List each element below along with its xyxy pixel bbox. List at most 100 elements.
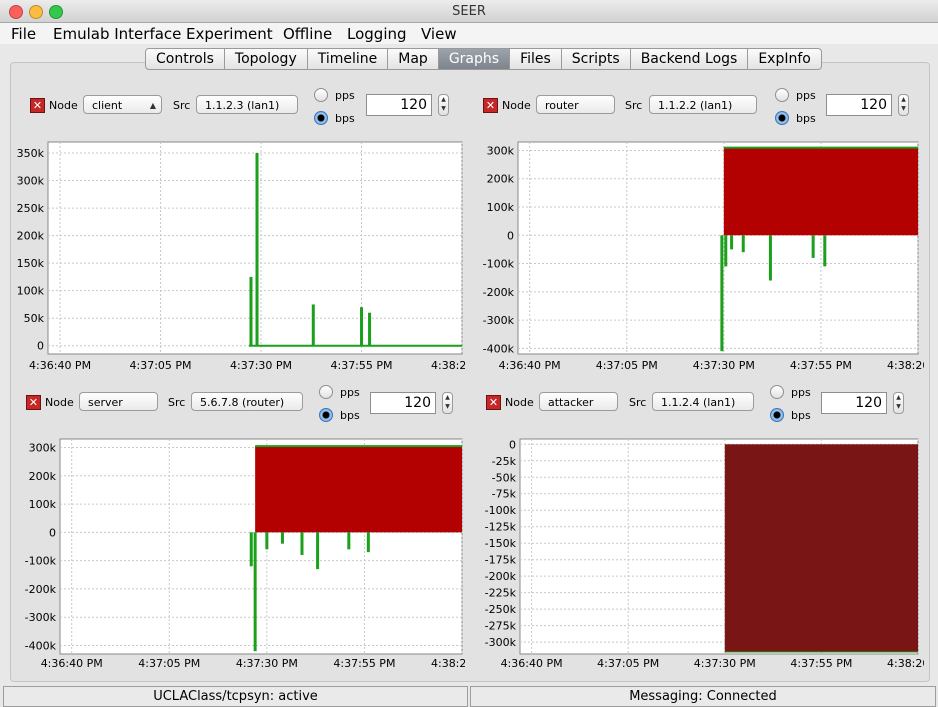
pps-radio[interactable] (775, 88, 789, 102)
x-tick-label: 4:37:05 PM (130, 359, 192, 372)
remove-graph-button[interactable]: ✕ (483, 98, 498, 113)
node-label: Node (505, 396, 534, 409)
window-title: SEER (452, 4, 486, 19)
rx-dip (265, 532, 269, 550)
y-tick-label: 0 (509, 438, 516, 451)
bps-label: bps (796, 112, 816, 125)
y-tick-label: -200k (483, 286, 515, 299)
window-size-field[interactable]: 120 (370, 392, 436, 414)
node-label: Node (49, 99, 78, 112)
node-select[interactable]: server (79, 392, 158, 411)
remove-graph-button[interactable]: ✕ (30, 98, 45, 113)
y-tick-label: 100k (487, 201, 515, 214)
src-label: Src (173, 99, 191, 112)
y-tick-label: 350k (17, 147, 45, 160)
menu-emulab-interface[interactable]: Emulab Interface (53, 25, 181, 43)
node-select[interactable]: attacker (539, 392, 618, 411)
window-size-field[interactable]: 120 (826, 94, 892, 116)
tab-timeline[interactable]: Timeline (307, 48, 389, 70)
rx-spike (249, 276, 253, 346)
rx-dip (280, 532, 284, 544)
tx-area (723, 147, 918, 236)
pps-radio[interactable] (770, 385, 784, 399)
pps-label: pps (335, 89, 355, 102)
bps-radio[interactable] (314, 111, 328, 125)
chart-attacker: 4:36:40 PM 4:37:05 PM 4:37:30 PM 4:37:55 PM… (485, 438, 924, 670)
rx-dip (730, 235, 734, 250)
attacker-area (724, 444, 918, 653)
rx-spike (255, 153, 259, 346)
window-size-stepper[interactable]: ▲ ▼ (442, 392, 453, 414)
x-tick-label: 4:37:05 PM (138, 657, 200, 670)
menu-logging[interactable]: Logging (347, 25, 407, 43)
y-tick-label: -400k (483, 342, 515, 355)
chart-server: 4:36:40 PM 4:37:05 PM 4:37:30 PM 4:37:55 PM… (25, 438, 465, 670)
pps-label: pps (791, 386, 811, 399)
y-tick-label: -300k (485, 636, 517, 649)
y-tick-label: -275k (485, 620, 517, 633)
rx-dip (300, 532, 304, 555)
src-select[interactable]: 1.1.2.4 (lan1) (652, 392, 754, 411)
bps-label: bps (335, 112, 355, 125)
menu-offline[interactable]: Offline (283, 25, 332, 43)
x-tick-label: 4:37:30 PM (236, 657, 298, 670)
window-size-stepper[interactable]: ▲ ▼ (893, 392, 904, 414)
node-select[interactable]: client ▲ (83, 95, 162, 114)
menu-file[interactable]: File (11, 25, 36, 43)
x-tick-label: 4:37:55 PM (790, 359, 852, 372)
src-label: Src (629, 396, 647, 409)
tab-scripts[interactable]: Scripts (561, 48, 631, 70)
src-select[interactable]: 1.1.2.2 (lan1) (649, 95, 757, 114)
window-size-field[interactable]: 120 (366, 94, 432, 116)
node-label: Node (45, 396, 74, 409)
x-tick-label: 4:36:40 PM (41, 657, 103, 670)
src-select[interactable]: 1.1.2.3 (lan1) (196, 95, 298, 114)
y-tick-label: -250k (485, 603, 517, 616)
plot-area (47, 141, 463, 355)
tab-backend-logs[interactable]: Backend Logs (630, 48, 749, 70)
y-tick-label: -100k (483, 258, 515, 271)
messaging-status: Messaging: Connected (470, 686, 936, 707)
node-select-value: router (545, 99, 579, 112)
pps-radio[interactable] (314, 88, 328, 102)
menu-view[interactable]: View (421, 25, 457, 43)
src-select-value: 1.1.2.3 (lan1) (205, 99, 280, 112)
src-select-value: 1.1.2.4 (lan1) (661, 396, 736, 409)
tab-files[interactable]: Files (510, 48, 562, 70)
rx-dip (741, 235, 745, 253)
tab-topology[interactable]: Topology (224, 48, 308, 70)
y-tick-label: -150k (485, 537, 517, 550)
tx-area (255, 446, 462, 533)
tab-graphs[interactable]: Graphs (438, 48, 511, 70)
node-select-value: client (92, 99, 123, 112)
x-tick-label: 4:38:20 PM (887, 657, 924, 670)
x-tick-label: 4:38:20 PM (887, 359, 924, 372)
x-tick-label: 4:37:05 PM (596, 359, 658, 372)
bps-radio[interactable] (770, 408, 784, 422)
x-tick-label: 4:37:05 PM (597, 657, 659, 670)
node-select[interactable]: router (536, 95, 615, 114)
tab-expinfo[interactable]: ExpInfo (748, 48, 822, 70)
y-tick-label: 0 (507, 229, 514, 242)
window-size-stepper[interactable]: ▲ ▼ (898, 94, 909, 116)
pps-radio[interactable] (319, 385, 333, 399)
rx-spike (368, 312, 372, 346)
y-tick-label: -200k (25, 583, 57, 596)
bps-label: bps (340, 409, 360, 422)
tab-map[interactable]: Map (388, 48, 439, 70)
src-select[interactable]: 5.6.7.8 (router) (191, 392, 303, 411)
x-tick-label: 4:37:30 PM (693, 359, 755, 372)
remove-graph-button[interactable]: ✕ (26, 395, 41, 410)
y-tick-label: -225k (485, 587, 517, 600)
menu-experiment[interactable]: Experiment (186, 25, 273, 43)
bps-radio[interactable] (319, 408, 333, 422)
bps-radio[interactable] (775, 111, 789, 125)
menu-bar: File Emulab Interface Experiment Offline… (0, 23, 938, 44)
window-size-stepper[interactable]: ▲ ▼ (438, 94, 449, 116)
remove-graph-button[interactable]: ✕ (486, 395, 501, 410)
x-tick-label: 4:37:55 PM (790, 657, 852, 670)
tab-controls[interactable]: Controls (145, 48, 225, 70)
window-size-field[interactable]: 120 (821, 392, 887, 414)
chart-client: 4:36:40 PM 4:37:05 PM 4:37:30 PM 4:37:55 PM… (17, 141, 465, 372)
y-tick-label: 250k (17, 202, 45, 215)
